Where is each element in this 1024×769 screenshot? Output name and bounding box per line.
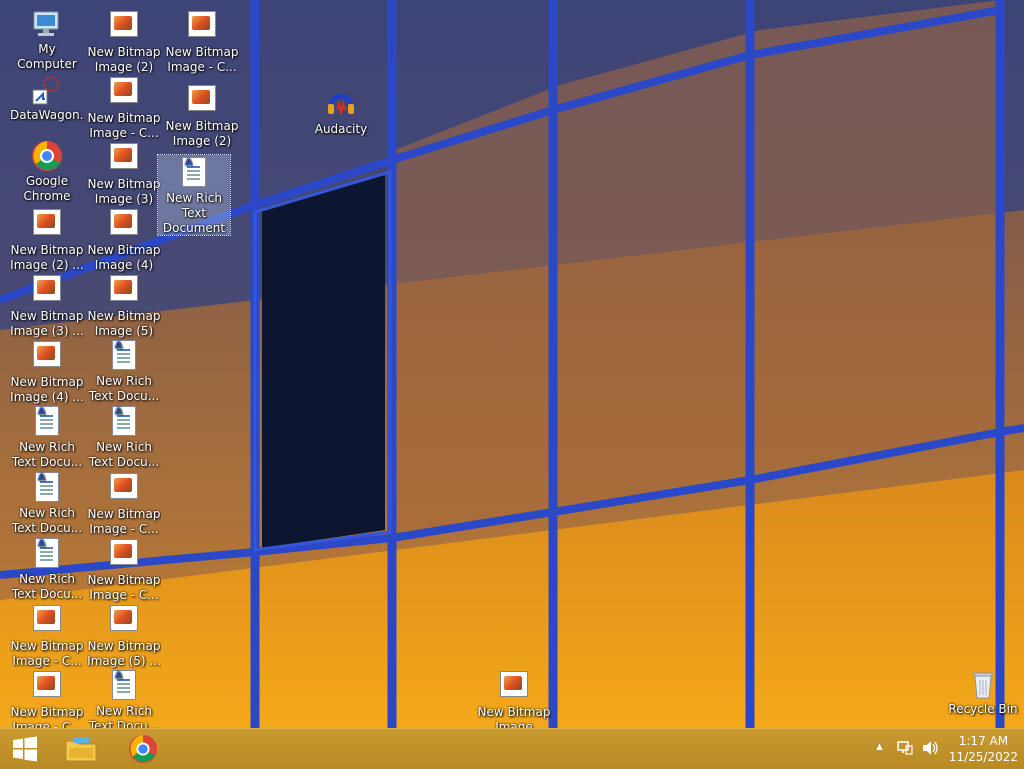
icon-label: New Bitmap Image (3) -... bbox=[87, 177, 161, 206]
bitmap-image-icon bbox=[498, 671, 530, 703]
recycle-bin-desktop-icon[interactable]: Recycle Bin bbox=[946, 668, 1020, 717]
icon-label: DataWagon... bbox=[10, 108, 84, 122]
datawagon-app-icon bbox=[31, 74, 63, 106]
bitmap-file-icon[interactable]: New Bitmap Image (5) ... bbox=[87, 602, 161, 669]
icon-label: New Rich Text Document bbox=[162, 191, 226, 235]
bitmap-image-icon bbox=[31, 209, 63, 241]
rich-text-file-icon[interactable]: New Rich Text Docu... bbox=[10, 404, 84, 470]
bitmap-image-icon bbox=[108, 473, 140, 505]
bitmap-image-icon bbox=[108, 539, 140, 571]
google-chrome-desktop-icon[interactable]: Google Chrome bbox=[10, 140, 84, 204]
icon-label: Recycle Bin bbox=[948, 702, 1018, 716]
icon-label: New Rich Text Docu... bbox=[88, 704, 160, 728]
bitmap-file-icon[interactable]: New Bitmap Image - C... bbox=[10, 602, 84, 669]
icon-label: New Bitmap Image (4) -... bbox=[87, 243, 161, 272]
rich-text-document-icon bbox=[31, 405, 63, 438]
icon-label: New Rich Text Docu... bbox=[11, 572, 83, 601]
bitmap-file-icon[interactable]: New Bitmap Image - C... bbox=[10, 668, 84, 728]
icon-label: New Bitmap Image (2) bbox=[165, 119, 239, 148]
rich-text-document-icon bbox=[108, 669, 140, 702]
rich-text-document-icon bbox=[108, 339, 140, 372]
bitmap-image-icon bbox=[31, 671, 63, 703]
icon-label: New Bitmap Image - C... bbox=[87, 573, 161, 602]
bitmap-file-icon[interactable]: New Bitmap Image (2) ... bbox=[10, 206, 84, 273]
icon-label: New Bitmap Image - C... bbox=[87, 507, 161, 536]
rich-text-file-icon[interactable]: New Rich Text Docu... bbox=[87, 668, 161, 728]
chrome-icon bbox=[31, 140, 63, 172]
icon-label: Google Chrome bbox=[23, 174, 71, 203]
audacity-desktop-icon[interactable]: Audacity bbox=[304, 88, 378, 137]
audacity-icon bbox=[325, 88, 357, 120]
icon-label: New Rich Text Docu... bbox=[11, 440, 83, 469]
bitmap-file-icon[interactable]: New Bitmap Image - C... bbox=[165, 8, 239, 75]
bitmap-file-icon[interactable]: New Bitmap Image (5) -... bbox=[87, 272, 161, 339]
bitmap-file-icon[interactable]: New Bitmap Image bbox=[477, 668, 551, 728]
windows-logo-icon bbox=[13, 736, 37, 762]
bitmap-file-icon[interactable]: New Bitmap Image - C... bbox=[87, 74, 161, 141]
bitmap-file-icon[interactable]: New Bitmap Image (4) ... bbox=[10, 338, 84, 405]
icon-label: New Bitmap Image bbox=[477, 705, 551, 728]
icon-label: New Bitmap Image - C... bbox=[10, 705, 84, 728]
bitmap-image-icon bbox=[108, 143, 140, 175]
icon-label: New Bitmap Image - C... bbox=[87, 111, 161, 140]
chrome-taskbar-button[interactable] bbox=[118, 729, 168, 769]
clock-date: 11/25/2022 bbox=[948, 750, 1018, 764]
bitmap-file-icon[interactable]: New Bitmap Image (4) -... bbox=[87, 206, 161, 273]
desktop[interactable]: My Computer DataWagon... Google Chrome N… bbox=[0, 0, 1024, 728]
clock-time: 1:17 AM bbox=[958, 734, 1009, 748]
rich-text-document-icon bbox=[178, 156, 210, 189]
file-explorer-taskbar-button[interactable] bbox=[56, 729, 106, 769]
icon-label: New Rich Text Docu... bbox=[88, 440, 160, 469]
rich-text-file-icon-selected[interactable]: New Rich Text Document bbox=[157, 154, 231, 236]
icon-label: New Bitmap Image (4) ... bbox=[10, 375, 84, 404]
chrome-icon bbox=[128, 734, 158, 764]
bitmap-image-icon bbox=[31, 275, 63, 307]
bitmap-image-icon bbox=[108, 605, 140, 637]
icon-label: New Rich Text Docu... bbox=[11, 506, 83, 535]
icon-label: New Bitmap Image (3) ... bbox=[10, 309, 84, 338]
rich-text-file-icon[interactable]: New Rich Text Docu... bbox=[10, 536, 84, 602]
bitmap-file-icon[interactable]: New Bitmap Image (2) -... bbox=[87, 8, 161, 75]
bitmap-image-icon bbox=[186, 85, 218, 117]
network-icon[interactable] bbox=[897, 740, 913, 759]
show-hidden-icons-chevron[interactable]: ▲ bbox=[876, 742, 883, 752]
bitmap-image-icon bbox=[108, 275, 140, 307]
taskbar: ▲ 1:17 AM 11/25/2022 bbox=[0, 728, 1024, 769]
icon-label: My Computer bbox=[17, 42, 77, 71]
computer-icon bbox=[31, 8, 63, 40]
bitmap-image-icon bbox=[186, 11, 218, 43]
rich-text-file-icon[interactable]: New Rich Text Docu... bbox=[87, 338, 161, 404]
system-clock[interactable]: 1:17 AM 11/25/2022 bbox=[949, 733, 1018, 765]
rich-text-document-icon bbox=[108, 405, 140, 438]
icon-label: Audacity bbox=[314, 122, 368, 136]
bitmap-image-icon bbox=[31, 605, 63, 637]
icon-label: New Bitmap Image - C... bbox=[10, 639, 84, 668]
icon-label: New Bitmap Image - C... bbox=[165, 45, 239, 74]
icon-label: New Rich Text Docu... bbox=[88, 374, 160, 403]
rich-text-document-icon bbox=[31, 471, 63, 504]
recycle-bin-icon bbox=[967, 668, 999, 700]
volume-icon[interactable] bbox=[921, 740, 939, 759]
bitmap-image-icon bbox=[108, 209, 140, 241]
bitmap-file-icon[interactable]: New Bitmap Image (2) bbox=[165, 82, 239, 149]
icon-label: New Bitmap Image (5) ... bbox=[87, 639, 161, 668]
rich-text-document-icon bbox=[31, 537, 63, 570]
my-computer-desktop-icon[interactable]: My Computer bbox=[10, 8, 84, 72]
rich-text-file-icon[interactable]: New Rich Text Docu... bbox=[10, 470, 84, 536]
icon-label: New Bitmap Image (2) -... bbox=[87, 45, 161, 74]
start-button[interactable] bbox=[0, 729, 50, 769]
bitmap-file-icon[interactable]: New Bitmap Image - C... bbox=[87, 536, 161, 603]
bitmap-image-icon bbox=[108, 77, 140, 109]
bitmap-image-icon bbox=[108, 11, 140, 43]
bitmap-file-icon[interactable]: New Bitmap Image (3) ... bbox=[10, 272, 84, 339]
icon-label: New Bitmap Image (2) ... bbox=[10, 243, 84, 272]
rich-text-file-icon[interactable]: New Rich Text Docu... bbox=[87, 404, 161, 470]
bitmap-image-icon bbox=[31, 341, 63, 373]
icon-label: New Bitmap Image (5) -... bbox=[87, 309, 161, 338]
bitmap-file-icon[interactable]: New Bitmap Image - C... bbox=[87, 470, 161, 537]
folder-icon bbox=[65, 737, 97, 762]
datawagon-desktop-icon[interactable]: DataWagon... bbox=[10, 74, 84, 123]
bitmap-file-icon[interactable]: New Bitmap Image (3) -... bbox=[87, 140, 161, 207]
